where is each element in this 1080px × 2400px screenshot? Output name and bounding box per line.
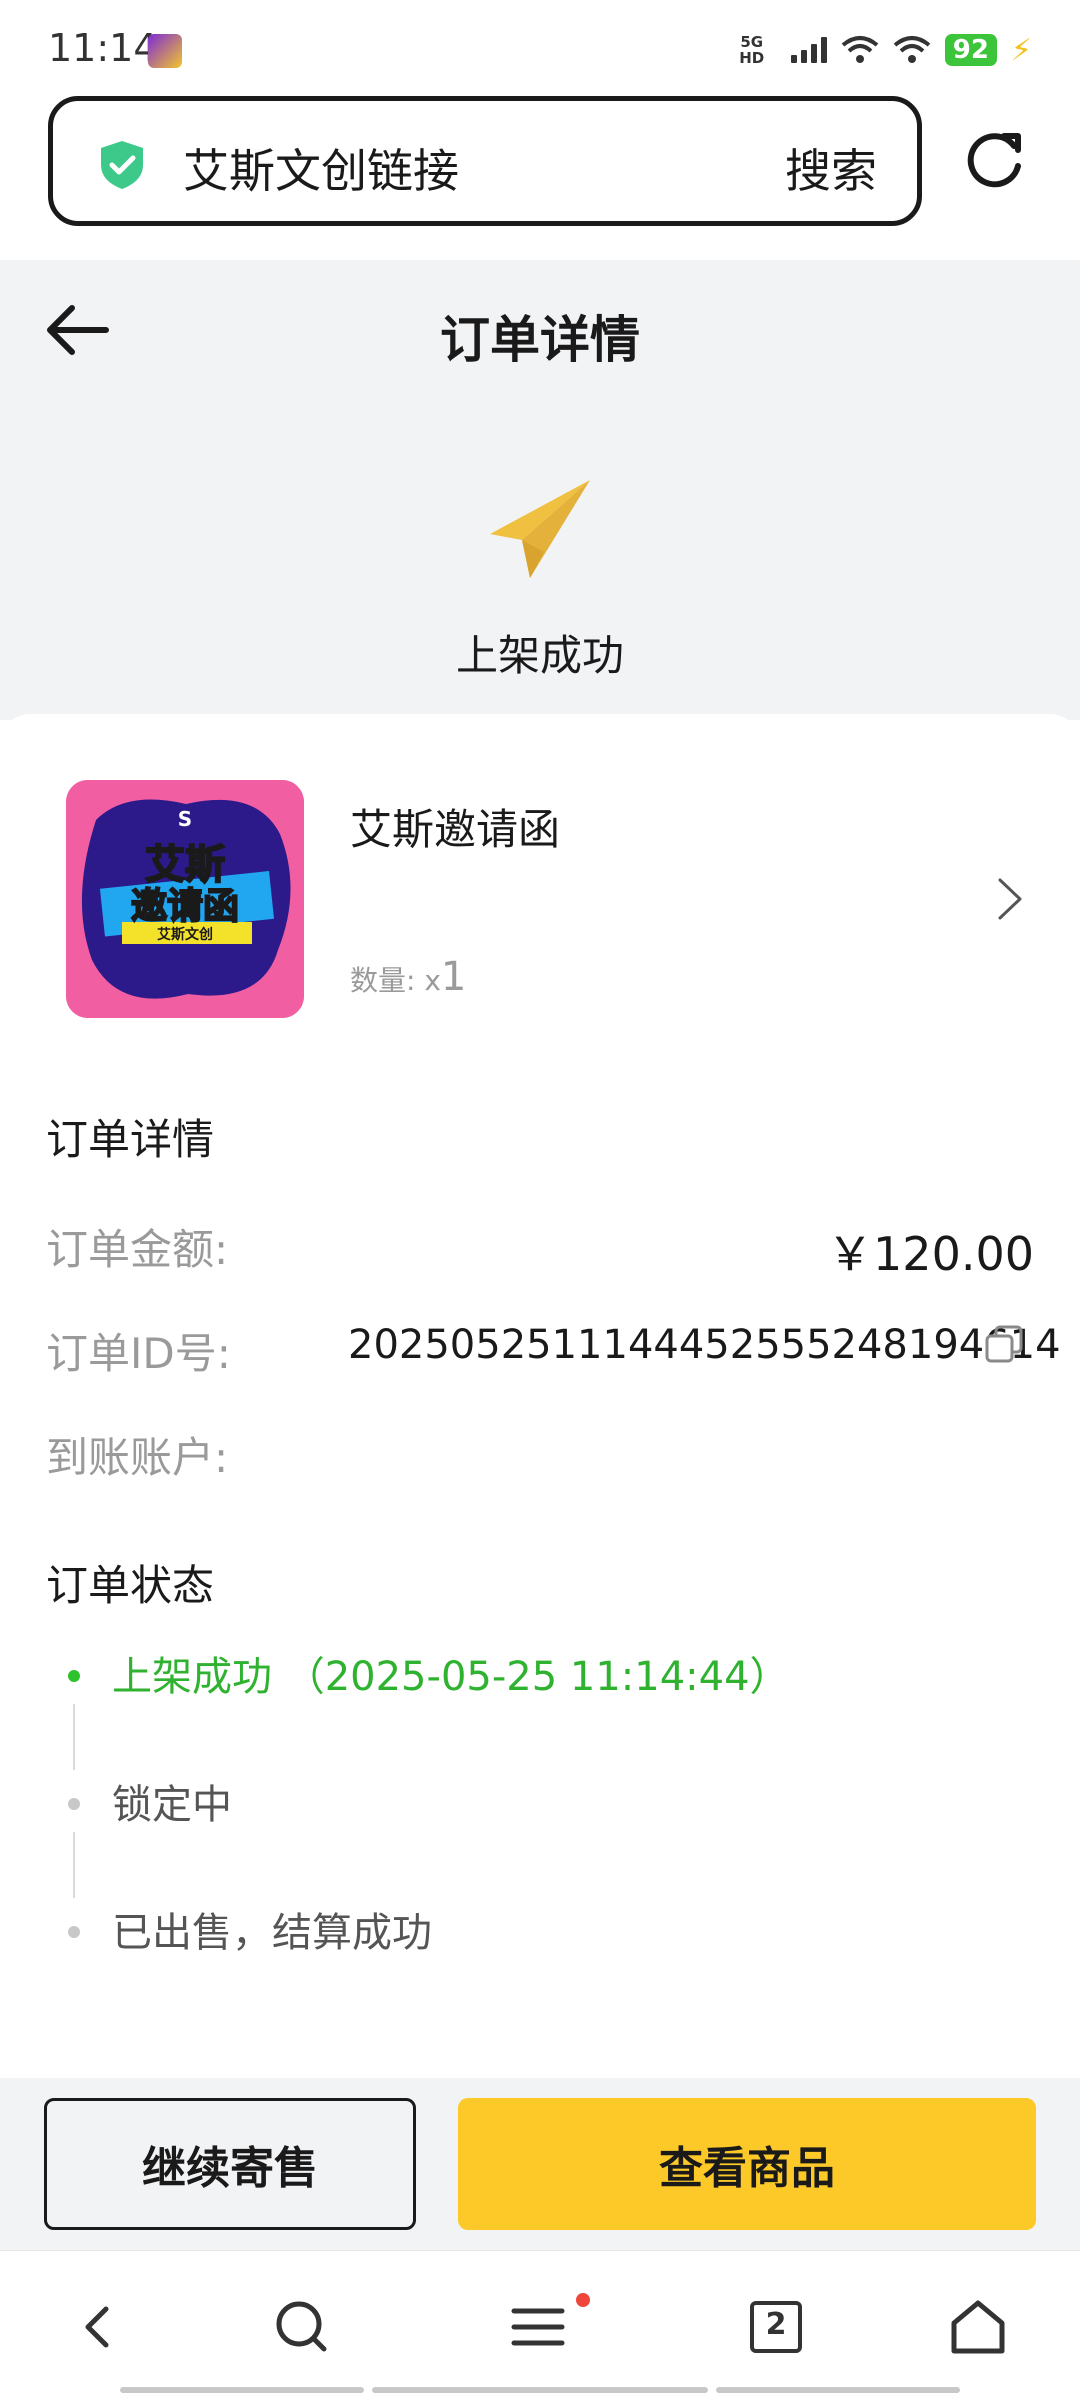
timeline-dot [68, 1798, 80, 1810]
page-title: 订单详情 [440, 311, 640, 369]
refresh-icon[interactable] [964, 130, 1026, 192]
order-card: 艾斯 邀请函 艾斯文创 S 艾斯邀请函 数量: x1 订单详情 订单金额: ￥1… [0, 714, 1080, 2078]
nav-home-icon[interactable] [948, 2297, 1008, 2357]
product-thumbnail: 艾斯 邀请函 艾斯文创 S [66, 780, 304, 1018]
wifi-icon [893, 36, 931, 63]
continue-consignment-button[interactable]: 继续寄售 [44, 2098, 416, 2230]
product-quantity: 数量: x1 [350, 954, 466, 1000]
timeline-connector [73, 1832, 75, 1898]
timeline-connector [73, 1704, 75, 1770]
gesture-bar-segment [372, 2387, 708, 2393]
amount-value: ￥120.00 [827, 1227, 1034, 1281]
gesture-bar-segment [120, 2387, 364, 2393]
browser-nav-bar: 2 [0, 2250, 1080, 2400]
thumbnail-banner: 艾斯文创 [157, 926, 213, 943]
timeline-step-text: 上架成功 （2025-05-25 11:14:44） [112, 1654, 790, 1700]
quantity-value: 1 [440, 954, 467, 1000]
timeline-dot [68, 1926, 80, 1938]
wifi-plus-icon [841, 36, 879, 63]
app-notification-icon [148, 34, 182, 68]
quantity-prefix: x [424, 964, 441, 997]
timeline-step-text: 锁定中 [112, 1782, 232, 1828]
nav-tabs-button[interactable]: 2 [746, 2297, 806, 2357]
status-section-title: 订单状态 [46, 1561, 215, 1610]
order-header: 订单详情 上架成功 [0, 260, 1080, 720]
action-bar: 继续寄售 查看商品 [0, 2078, 1080, 2250]
signal-bars-icon [790, 37, 827, 63]
browser-toolbar: 艾斯文创链接 搜索 [0, 96, 1080, 260]
product-thumbnail-art: 艾斯 邀请函 艾斯文创 S [66, 780, 304, 1018]
battery-indicator: 92 [944, 34, 997, 66]
search-input[interactable]: 艾斯文创链接 [183, 135, 459, 201]
thumbnail-title-line2: 邀请函 [131, 886, 239, 927]
nav-back-icon[interactable] [70, 2297, 130, 2357]
view-product-button[interactable]: 查看商品 [458, 2098, 1036, 2230]
menu-notification-badge [576, 2293, 590, 2307]
thumbnail-title-line1: 艾斯 [145, 842, 225, 888]
paper-plane-icon [490, 480, 590, 578]
search-button[interactable]: 搜索 [785, 135, 877, 201]
charging-icon: ⚡ [1010, 32, 1032, 68]
status-bar: 11:14 5G HD 92 ⚡ [0, 0, 1080, 96]
product-row[interactable]: 艾斯 邀请函 艾斯文创 S 艾斯邀请函 数量: x1 [0, 714, 1080, 1054]
tab-count: 2 [765, 2307, 787, 2342]
nav-menu-icon[interactable] [508, 2297, 568, 2357]
gesture-bar-segment [716, 2387, 960, 2393]
quantity-label: 数量: [350, 964, 425, 997]
chevron-right-icon[interactable] [996, 876, 1024, 922]
shield-check-icon [101, 141, 143, 189]
nav-search-icon[interactable] [272, 2297, 332, 2357]
timeline-dot-active [68, 1670, 80, 1682]
order-id-label: 订单ID号: [46, 1329, 231, 1378]
order-id-value: 2025052511144452555248194614 [348, 1322, 1061, 1368]
amount-label: 订单金额: [46, 1225, 229, 1274]
product-name: 艾斯邀请函 [350, 805, 561, 854]
account-label: 到账账户: [46, 1433, 229, 1482]
details-section-title: 订单详情 [46, 1115, 215, 1164]
status-indicators: 5G HD 92 ⚡ [727, 30, 1032, 70]
copy-icon[interactable] [984, 1324, 1024, 1364]
listing-status-text: 上架成功 [455, 631, 624, 680]
timeline-step-text: 已出售，结算成功 [112, 1910, 432, 1956]
thumbnail-logo: S [178, 807, 192, 831]
status-time: 11:14 [48, 26, 158, 70]
network-type-label: 5G HD [739, 33, 765, 67]
search-box[interactable]: 艾斯文创链接 搜索 [48, 96, 922, 226]
